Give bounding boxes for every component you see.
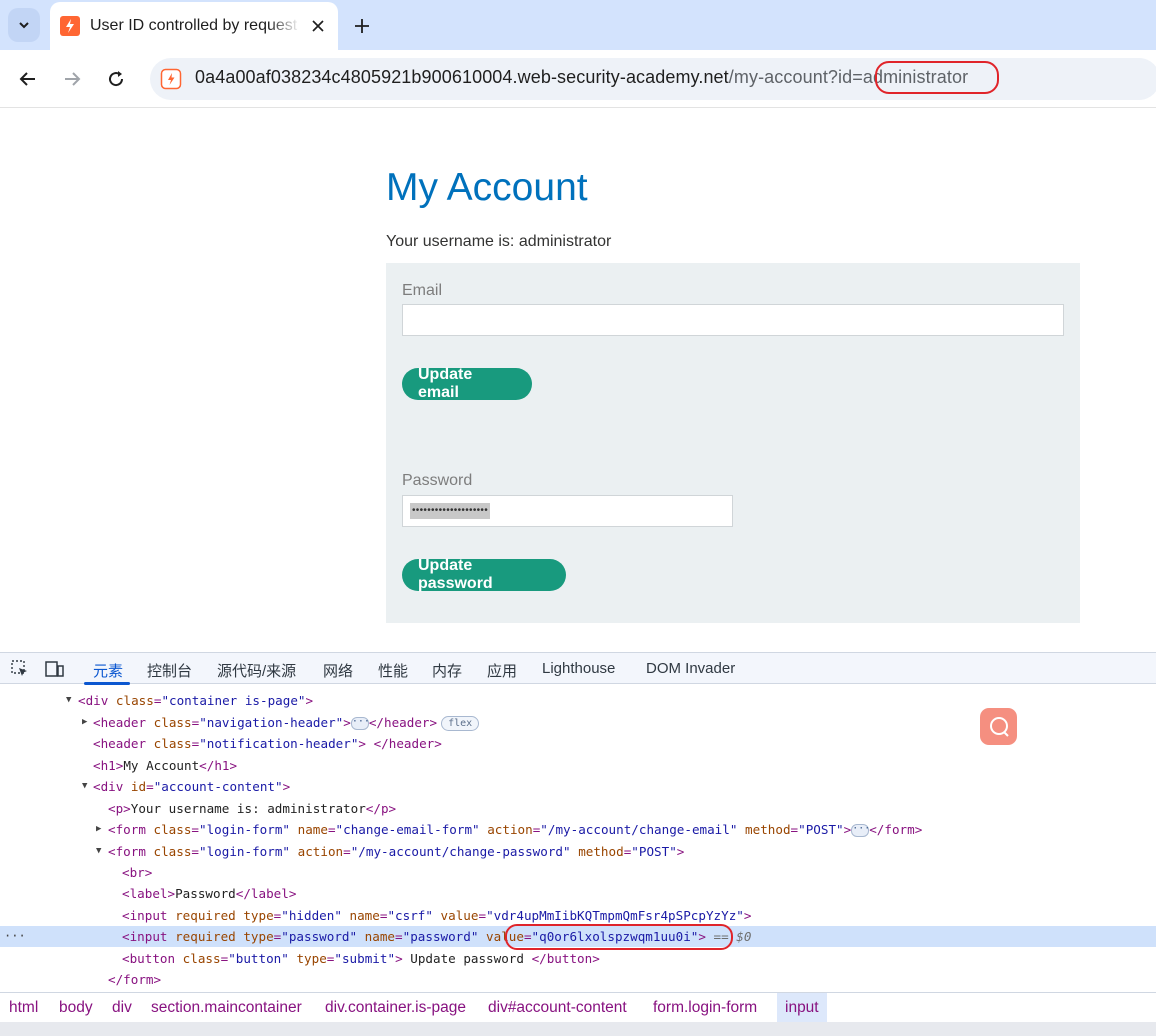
email-field[interactable] — [402, 304, 1064, 336]
dom-node-input-csrf[interactable]: <input required type="hidden" name="csrf… — [0, 905, 1156, 926]
crumb-div-container[interactable]: div.container.is-page — [325, 993, 466, 1022]
chat-bubble-icon — [989, 716, 1009, 737]
crumb-form[interactable]: form.login-form — [653, 993, 757, 1022]
inspect-element-icon[interactable] — [10, 659, 30, 679]
email-label: Email — [402, 282, 443, 299]
tab-title: User ID controlled by request — [90, 17, 298, 34]
flex-badge[interactable]: flex — [441, 716, 480, 731]
tab-console[interactable]: 控制台 — [147, 660, 192, 681]
address-bar[interactable]: 0a4a00af038234c4805921b900610004.web-sec… — [150, 58, 1156, 100]
dom-node-p[interactable]: <p>Your username is: administrator</p> — [0, 798, 1156, 819]
tab-sources[interactable]: 源代码/来源 — [217, 660, 296, 681]
dom-node-form-change-email[interactable]: ▶ <form class="login-form" name="change-… — [0, 819, 1156, 840]
portswigger-favicon-icon — [60, 16, 80, 36]
back-button[interactable] — [13, 64, 43, 94]
page-title: My Account — [386, 166, 588, 209]
browser-tab-active[interactable]: User ID controlled by request — [50, 2, 338, 50]
dom-node-label[interactable]: <label>Password</label> — [0, 883, 1156, 904]
crumb-section[interactable]: section.maincontainer — [151, 993, 302, 1022]
browser-tab-strip: User ID controlled by request — [0, 0, 1156, 50]
crumb-body[interactable]: body — [59, 993, 93, 1022]
tab-memory[interactable]: 内存 — [432, 660, 462, 681]
password-mask: •••••••••••••••••••• — [410, 503, 491, 519]
reload-icon — [109, 71, 124, 87]
url-text: 0a4a00af038234c4805921b900610004.web-sec… — [195, 67, 968, 88]
chevron-down-icon — [19, 22, 29, 29]
crumb-div-account-content[interactable]: div#account-content — [488, 993, 627, 1022]
expanded-triangle-icon[interactable]: ▼ — [66, 690, 71, 711]
ellipsis-icon[interactable]: ··· — [350, 717, 370, 730]
username-text: Your username is: administrator — [386, 233, 612, 250]
devtools-tabbar: 元素 控制台 源代码/来源 网络 性能 内存 应用 Lighthouse DOM… — [0, 652, 1156, 685]
arrow-left-icon — [19, 72, 35, 86]
web-page: My Account Your username is: administrat… — [0, 108, 1156, 652]
tab-dom-invader[interactable]: DOM Invader — [646, 660, 735, 677]
tab-network[interactable]: 网络 — [323, 660, 353, 681]
crumb-input[interactable]: input — [777, 993, 827, 1022]
collapsed-triangle-icon[interactable]: ▶ — [82, 712, 87, 733]
tab-close-button[interactable] — [306, 14, 330, 38]
floating-assistant-button[interactable] — [980, 708, 1017, 745]
device-toolbar-icon[interactable] — [44, 659, 64, 679]
tab-lighthouse[interactable]: Lighthouse — [542, 660, 615, 677]
expanded-triangle-icon[interactable]: ▼ — [82, 776, 87, 797]
update-email-button[interactable]: Update email — [402, 366, 532, 401]
forward-button[interactable] — [57, 64, 87, 94]
annotation-circle-password-value — [505, 924, 733, 950]
new-tab-button[interactable] — [348, 12, 376, 40]
dom-node-form-close[interactable]: </form> — [0, 969, 1156, 990]
dom-node-h1[interactable]: <h1>My Account</h1> — [0, 755, 1156, 776]
dom-node-br[interactable]: <br> — [0, 862, 1156, 883]
dom-node-container[interactable]: ▼ <div class="container is-page"> — [0, 690, 1156, 711]
password-label: Password — [402, 472, 473, 489]
arrow-right-icon — [65, 72, 81, 86]
dom-node-form-change-password[interactable]: ▼ <form class="login-form" action="/my-a… — [0, 841, 1156, 862]
more-options-icon[interactable]: ··· — [4, 926, 26, 947]
tab-search-button[interactable] — [8, 8, 40, 42]
collapsed-triangle-icon[interactable]: ▶ — [96, 819, 101, 840]
update-password-button[interactable]: Update password — [402, 557, 566, 592]
breadcrumb: html body div section.maincontainer div.… — [0, 992, 1156, 1022]
crumb-div[interactable]: div — [112, 993, 132, 1022]
dom-node-account-content[interactable]: ▼ <div id="account-content"> — [0, 776, 1156, 797]
annotation-circle-url-id — [875, 61, 999, 94]
account-content-panel: Email Update email Password ••••••••••••… — [386, 263, 1080, 623]
expanded-triangle-icon[interactable]: ▼ — [96, 841, 101, 862]
tab-elements[interactable]: 元素 — [93, 660, 123, 681]
tab-application[interactable]: 应用 — [487, 660, 517, 681]
url-host: 0a4a00af038234c4805921b900610004.web-sec… — [195, 67, 729, 87]
plus-icon — [355, 19, 369, 33]
password-field[interactable]: •••••••••••••••••••• — [402, 495, 733, 527]
close-icon — [312, 20, 324, 32]
reload-button[interactable] — [101, 64, 131, 94]
site-info-icon[interactable] — [160, 68, 182, 90]
ellipsis-icon[interactable]: ··· — [851, 824, 870, 837]
dom-node-button[interactable]: <button class="button" type="submit"> Up… — [0, 948, 1156, 969]
crumb-html[interactable]: html — [9, 993, 38, 1022]
tab-performance[interactable]: 性能 — [378, 660, 408, 681]
taskbar-strip — [0, 1022, 1156, 1036]
